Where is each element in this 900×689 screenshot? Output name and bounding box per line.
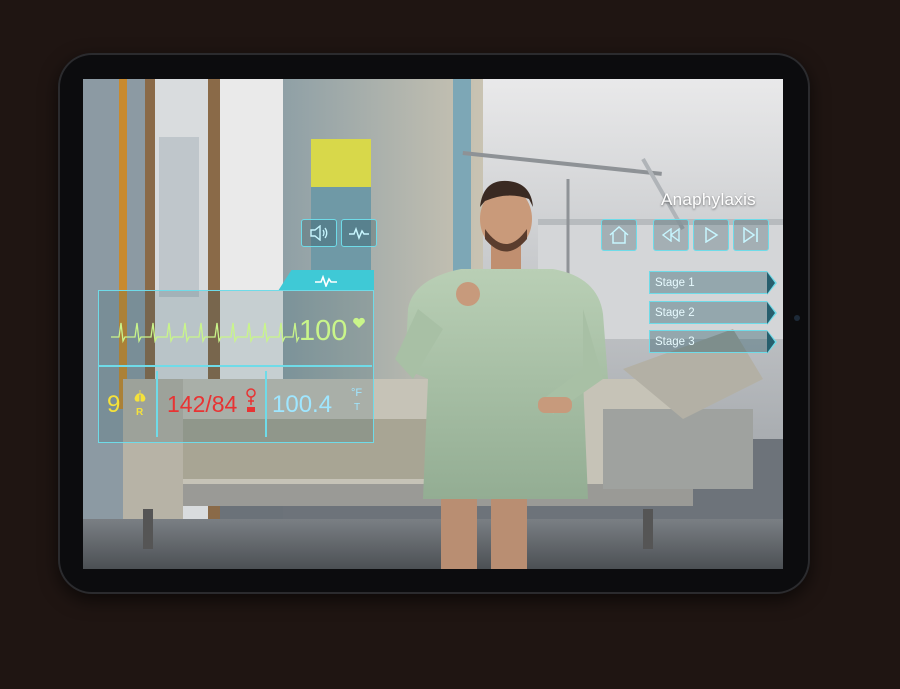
home-button[interactable] <box>601 219 637 251</box>
monitor-divider <box>99 365 372 367</box>
blood-pressure-icon <box>246 388 256 412</box>
lungs-icon <box>134 390 146 402</box>
heartbeat-icon <box>315 274 337 287</box>
stage-1-button[interactable]: Stage 1 <box>649 270 777 295</box>
skip-icon <box>743 227 758 243</box>
simulation-screen: 100 9 R 142/84 100.4 °F T Anaphylaxis St… <box>83 79 783 569</box>
heart-icon <box>353 317 365 328</box>
heart-rate-value: 100 <box>299 315 348 347</box>
tablet-device: 100 9 R 142/84 100.4 °F T Anaphylaxis St… <box>58 53 810 594</box>
respiratory-rate-unit: R <box>136 407 144 418</box>
heartbeat-icon <box>349 226 369 240</box>
blood-pressure-value: 142/84 <box>167 391 238 417</box>
tablet-camera <box>794 315 800 321</box>
sound-toggle-button[interactable] <box>301 219 337 247</box>
vitals-monitor-toggle-button[interactable] <box>341 219 377 247</box>
home-icon <box>609 225 629 244</box>
monitor-divider <box>156 371 158 437</box>
skip-forward-button[interactable] <box>733 219 769 251</box>
monitor-divider <box>265 371 267 437</box>
respiratory-rate-value: 9 <box>107 391 121 418</box>
speaker-icon <box>310 225 328 241</box>
play-button[interactable] <box>693 219 729 251</box>
stage-3-button[interactable]: Stage 3 <box>649 329 777 354</box>
rewind-icon <box>661 228 680 242</box>
monitor-header-tab <box>278 270 374 291</box>
ecg-waveform <box>111 322 300 344</box>
play-icon <box>705 227 719 243</box>
temperature-unit-top: °F <box>351 387 363 399</box>
temperature-value: 100.4 <box>272 391 333 418</box>
rewind-button[interactable] <box>653 219 689 251</box>
scenario-title: Anaphylaxis <box>661 190 756 209</box>
temperature-unit-bottom: T <box>354 402 361 413</box>
stage-2-button[interactable]: Stage 2 <box>649 300 777 325</box>
vitals-monitor-panel: 100 9 R 142/84 100.4 °F T <box>98 290 374 443</box>
